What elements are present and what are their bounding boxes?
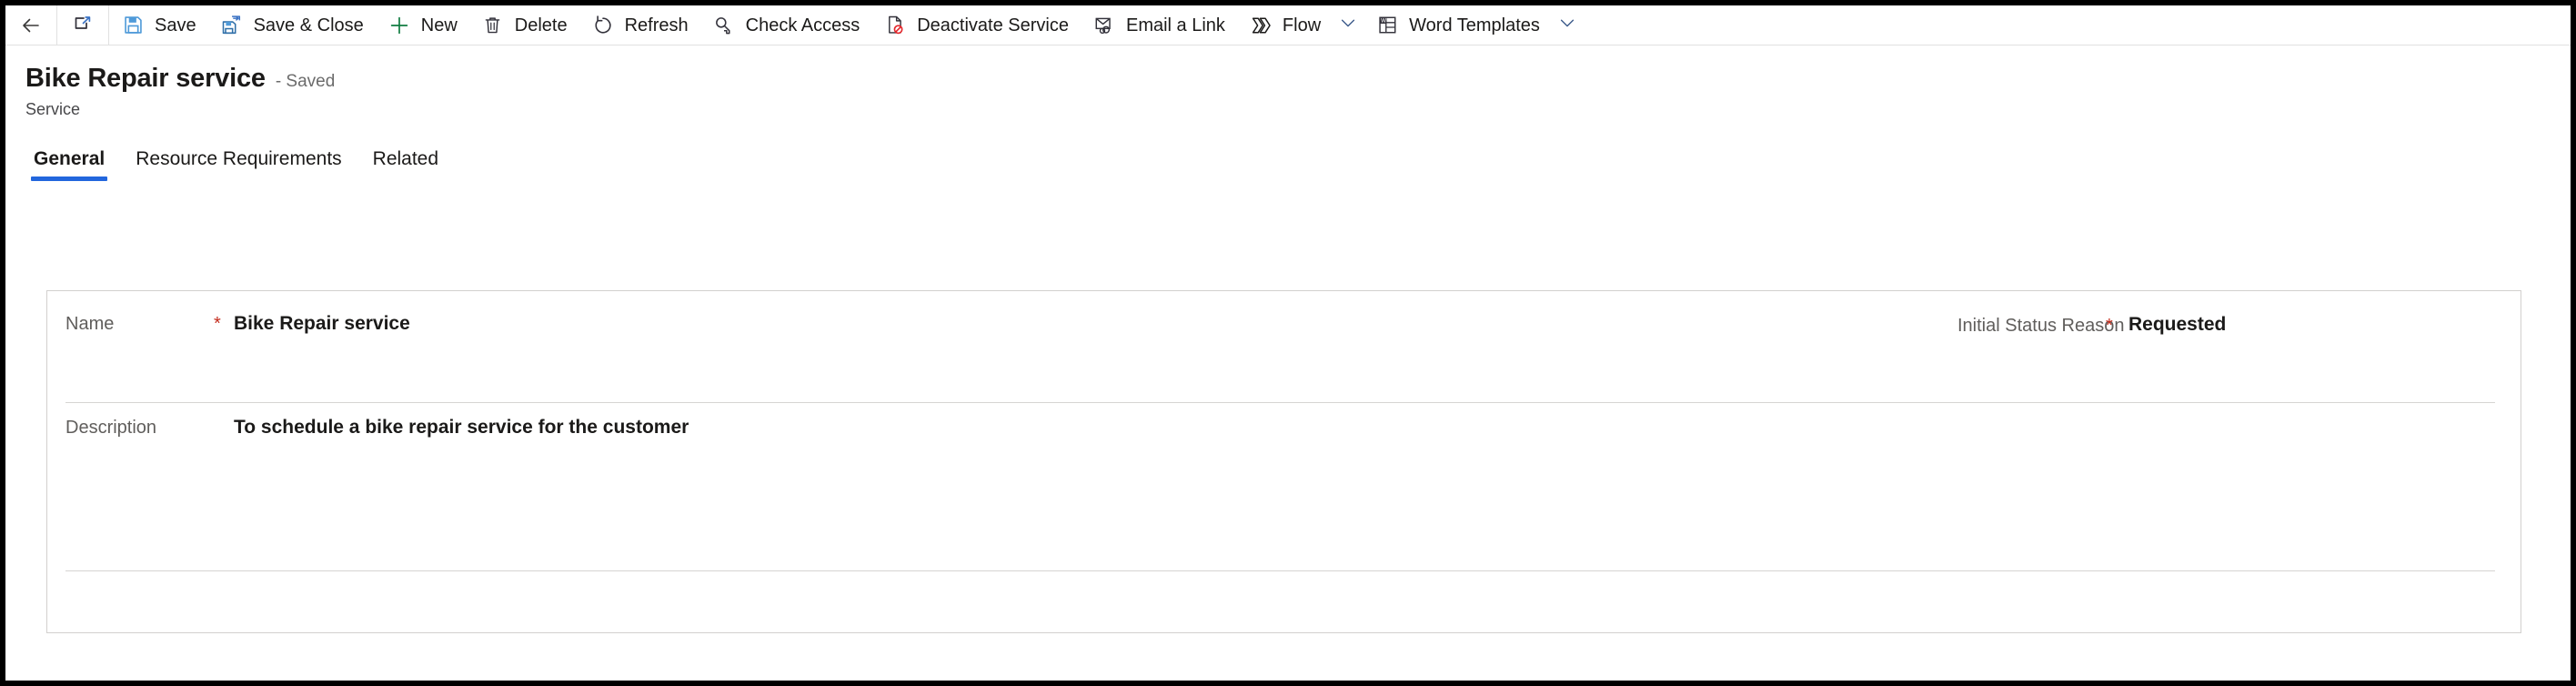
name-required-indicator: * <box>214 314 221 334</box>
email-a-link-label: Email a Link <box>1125 15 1225 35</box>
word-templates-label: Word Templates <box>1409 15 1540 35</box>
deactivate-service-button[interactable]: Deactivate Service <box>871 5 1081 45</box>
open-in-new-window-button[interactable] <box>57 5 108 45</box>
tab-label: Related <box>372 148 439 169</box>
chevron-down-icon <box>1338 13 1358 37</box>
record-header: Bike Repair service - Saved Service <box>5 45 2571 119</box>
chevron-down-icon <box>1557 13 1577 37</box>
form-divider <box>65 570 2495 571</box>
open-in-new-window-icon <box>71 14 95 37</box>
delete-button[interactable]: Delete <box>469 5 579 45</box>
back-arrow-icon <box>19 14 43 37</box>
form-column-right: Initial Status Reason * Requested <box>1271 291 2494 402</box>
general-tab-form: Name * Bike Repair service Initial Statu… <box>46 290 2521 633</box>
form-row-name: Name * Bike Repair service Initial Statu… <box>47 291 2521 402</box>
flow-button[interactable]: Flow <box>1237 5 1333 45</box>
check-access-label: Check Access <box>745 15 860 35</box>
initial-status-reason-required-indicator: * <box>2106 316 2113 336</box>
tab-related[interactable]: Related <box>363 148 448 181</box>
save-label: Save <box>155 15 196 35</box>
deactivate-icon <box>883 14 907 37</box>
tab-list: General Resource Requirements Related <box>5 141 2571 181</box>
tab-label: Resource Requirements <box>136 148 342 169</box>
tab-resource-requirements[interactable]: Resource Requirements <box>126 148 351 181</box>
new-label: New <box>420 15 458 35</box>
svg-text:W: W <box>1381 18 1386 25</box>
flow-label: Flow <box>1282 15 1322 35</box>
form-row-description: Description To schedule a bike repair se… <box>47 402 2521 570</box>
save-and-close-button[interactable]: Save & Close <box>208 5 376 45</box>
check-access-button[interactable]: Check Access <box>700 5 872 45</box>
delete-label: Delete <box>514 15 568 35</box>
save-and-close-label: Save & Close <box>253 15 364 35</box>
back-button[interactable] <box>5 5 56 45</box>
trash-icon <box>481 14 505 37</box>
form-column-left: Name * Bike Repair service <box>47 291 1271 402</box>
flow-icon <box>1249 14 1273 37</box>
title-row: Bike Repair service - Saved <box>25 64 2571 94</box>
email-link-icon <box>1092 14 1116 37</box>
save-status-text: - Saved <box>275 72 336 91</box>
word-templates-dropdown-button[interactable] <box>1552 5 1583 45</box>
flow-dropdown-button[interactable] <box>1333 5 1363 45</box>
app-frame: Save Save & Close New Delete Refresh Che… <box>5 5 2571 681</box>
refresh-button[interactable]: Refresh <box>579 5 700 45</box>
word-icon: W <box>1375 14 1399 37</box>
tab-general[interactable]: General <box>24 148 115 181</box>
save-icon <box>121 14 145 37</box>
save-and-close-icon <box>220 14 244 37</box>
tab-label: General <box>34 148 106 169</box>
email-a-link-button[interactable]: Email a Link <box>1081 5 1237 45</box>
description-field-label: Description <box>65 418 157 438</box>
name-field-label: Name <box>65 314 115 334</box>
name-field-value[interactable]: Bike Repair service <box>234 313 410 335</box>
new-button[interactable]: New <box>376 5 469 45</box>
word-templates-button[interactable]: W Word Templates <box>1363 5 1552 45</box>
refresh-icon <box>591 14 615 37</box>
description-field-value[interactable]: To schedule a bike repair service for th… <box>234 417 689 439</box>
refresh-label: Refresh <box>624 15 689 35</box>
deactivate-service-label: Deactivate Service <box>917 15 1069 35</box>
save-button[interactable]: Save <box>109 5 208 45</box>
plus-icon <box>387 14 411 37</box>
command-bar: Save Save & Close New Delete Refresh Che… <box>5 5 2571 45</box>
initial-status-reason-label: Initial Status Reason <box>1957 316 2125 336</box>
initial-status-reason-value[interactable]: Requested <box>2128 314 2226 336</box>
entity-name-label: Service <box>25 100 81 118</box>
page-title: Bike Repair service <box>25 64 266 93</box>
key-icon <box>712 14 736 37</box>
